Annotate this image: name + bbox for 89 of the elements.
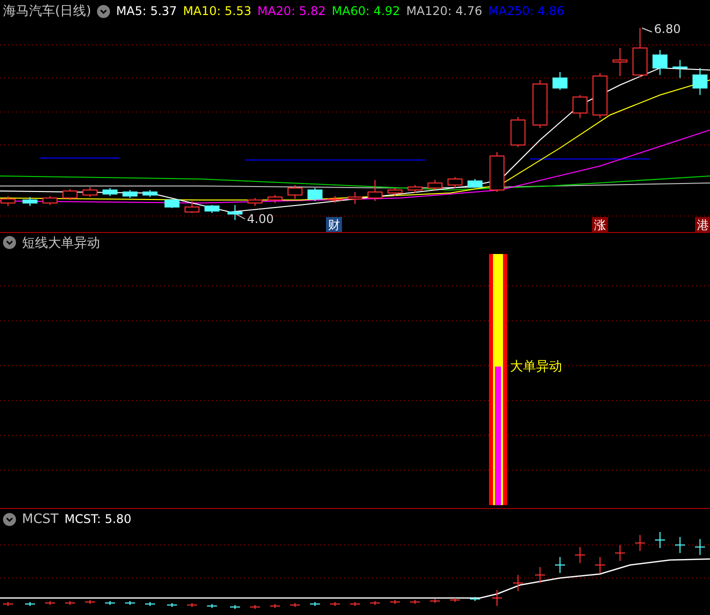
cost-tick [554,556,566,574]
candlestick [692,68,708,96]
indicator-value: MA5: 5.37 [116,4,177,18]
candlestick [102,188,118,196]
indicator-value: MA20: 5.82 [257,4,326,18]
cost-tick [350,602,360,606]
signal-label: 大单异动 [510,360,562,374]
cost-tick [492,590,502,606]
chart-title: 海马汽车(日线) [3,3,92,20]
cost-tick [674,536,686,554]
candlestick [368,180,382,202]
candlestick [62,188,78,200]
candlestick [228,204,242,220]
candlestick [592,72,608,118]
candlestick [532,80,548,128]
cost-tick [250,604,260,610]
cost-tick [410,600,420,604]
indicator-value: MCST: 5.80 [64,512,132,526]
candlestick [164,198,180,208]
event-marker[interactable]: 涨 [592,217,608,232]
candlestick [408,184,422,194]
cost-tick [186,602,198,608]
cost-tick [310,602,320,606]
cost-tick [370,600,380,606]
indicator-value: MA10: 5.53 [182,4,252,18]
cost-tick [594,556,606,574]
candlestick [612,48,628,76]
candlestick [82,186,98,198]
candlestick [22,196,38,206]
leader-line [642,28,652,32]
indicator-value: MA120: 4.76 [406,4,482,18]
candlestick [142,190,158,198]
indicator-title: 短线大单异动 [22,234,100,252]
cost-tick [450,598,460,602]
leader-line [236,214,246,220]
collapse-icon[interactable] [97,4,110,18]
cost-tick [104,600,116,606]
candlestick [448,176,462,188]
cost-tick [24,602,36,606]
candlestick [490,152,504,192]
cost-tick [64,600,76,606]
cost-tick [430,598,440,604]
candlestick [510,116,526,148]
cost-tick [290,602,300,608]
cost-tick [270,604,280,608]
candlestick [328,196,342,204]
cost-tick [634,534,646,552]
candlestick [308,188,322,202]
cost-tick [84,600,96,604]
candlestick [288,184,302,200]
indicator-value: MA60: 4.92 [332,4,400,18]
high-price-label: 6.80 [654,22,681,36]
cost-tick [654,532,666,548]
cost-tick [166,602,178,608]
candlestick [468,178,482,188]
candlestick [552,72,568,90]
cost-tick [614,544,626,562]
candlestick [122,190,138,198]
cost-tick [470,596,480,602]
candlestick [184,200,200,214]
indicator-title: MCST [22,512,58,526]
candlestick [572,94,588,118]
cost-tick [124,600,136,606]
cost-tick [330,602,340,606]
cost-tick [512,574,524,592]
cost-tick [694,538,706,556]
candlestick [672,60,688,78]
cost-tick [206,604,218,608]
candlestick [348,192,362,204]
candlestick [632,28,648,78]
event-marker[interactable]: 港 [695,217,710,232]
candlestick [428,180,442,190]
candlestick [388,188,402,196]
collapse-icon[interactable] [3,236,16,250]
candlestick [204,204,220,214]
cost-tick [390,600,400,604]
candlestick [652,50,668,76]
collapse-icon[interactable] [3,512,16,526]
candlestick [42,196,58,206]
event-marker[interactable]: 财 [326,217,342,232]
cost-tick [2,602,14,606]
cost-tick [44,600,56,606]
cost-tick [144,602,156,606]
cost-tick [574,546,586,564]
low-price-label: 4.00 [247,212,274,226]
cost-tick [230,604,240,610]
cost-tick [534,566,546,584]
indicator-value: MA250: 4.86 [488,4,564,18]
candlestick [268,194,282,204]
